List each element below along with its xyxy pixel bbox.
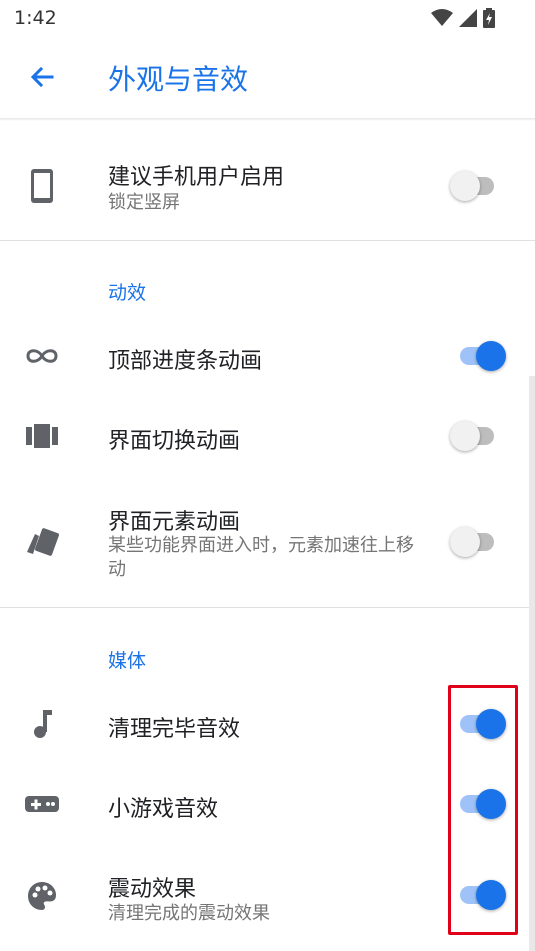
wifi-icon bbox=[431, 9, 453, 26]
progress-animation-title: 顶部进度条动画 bbox=[108, 349, 263, 374]
element-animation-row[interactable]: 界面元素动画 某些功能界面进入时，元素加速往上移动 bbox=[0, 476, 535, 606]
vibration-subtitle: 清理完成的震动效果 bbox=[108, 903, 270, 924]
transition-animation-row[interactable]: 界面切换动画 bbox=[0, 396, 535, 476]
arrow-back-icon bbox=[30, 66, 54, 88]
app-bar-shadow bbox=[0, 118, 535, 121]
transition-animation-title: 界面切换动画 bbox=[108, 429, 241, 454]
highlight-box bbox=[448, 685, 518, 935]
back-button[interactable] bbox=[24, 60, 60, 96]
section-label-media: 媒体 bbox=[108, 650, 147, 672]
signal-icon bbox=[459, 9, 477, 27]
progress-animation-switch[interactable] bbox=[446, 336, 510, 376]
page-title: 外观与音效 bbox=[108, 63, 249, 96]
lock-portrait-subtitle: 锁定竖屏 bbox=[108, 192, 180, 213]
switch-thumb bbox=[476, 341, 506, 371]
element-animation-title: 界面元素动画 bbox=[108, 510, 241, 535]
infinity-icon bbox=[24, 338, 60, 374]
music-note-icon bbox=[24, 706, 60, 742]
phone-icon bbox=[24, 168, 60, 204]
status-time: 1:42 bbox=[14, 7, 57, 29]
status-icons bbox=[431, 8, 495, 28]
palette-icon bbox=[24, 878, 60, 914]
lock-portrait-switch[interactable] bbox=[446, 166, 510, 206]
lock-portrait-row[interactable]: 建议手机用户启用 锁定竖屏 bbox=[0, 140, 535, 240]
transition-animation-switch[interactable] bbox=[446, 416, 510, 456]
divider bbox=[0, 240, 535, 241]
view-carousel-icon bbox=[24, 418, 60, 454]
cards-icon bbox=[24, 524, 60, 560]
switch-thumb bbox=[450, 527, 480, 557]
switch-thumb bbox=[450, 171, 480, 201]
battery-icon bbox=[483, 8, 495, 28]
progress-animation-row[interactable]: 顶部进度条动画 bbox=[0, 316, 535, 396]
vibration-title: 震动效果 bbox=[108, 877, 197, 902]
scrollbar[interactable] bbox=[529, 376, 535, 951]
gamepad-icon bbox=[24, 786, 60, 822]
divider bbox=[0, 607, 535, 608]
game-sound-title: 小游戏音效 bbox=[108, 797, 219, 822]
status-bar: 1:42 bbox=[0, 0, 535, 36]
section-label-animation: 动效 bbox=[108, 282, 147, 304]
element-animation-subtitle: 某些功能界面进入时，元素加速往上移动 bbox=[108, 535, 414, 580]
element-animation-switch[interactable] bbox=[446, 522, 510, 562]
clean-sound-title: 清理完毕音效 bbox=[108, 717, 241, 742]
lock-portrait-title: 建议手机用户启用 bbox=[108, 165, 285, 190]
switch-thumb bbox=[450, 421, 480, 451]
app-bar: 外观与音效 bbox=[0, 36, 535, 118]
